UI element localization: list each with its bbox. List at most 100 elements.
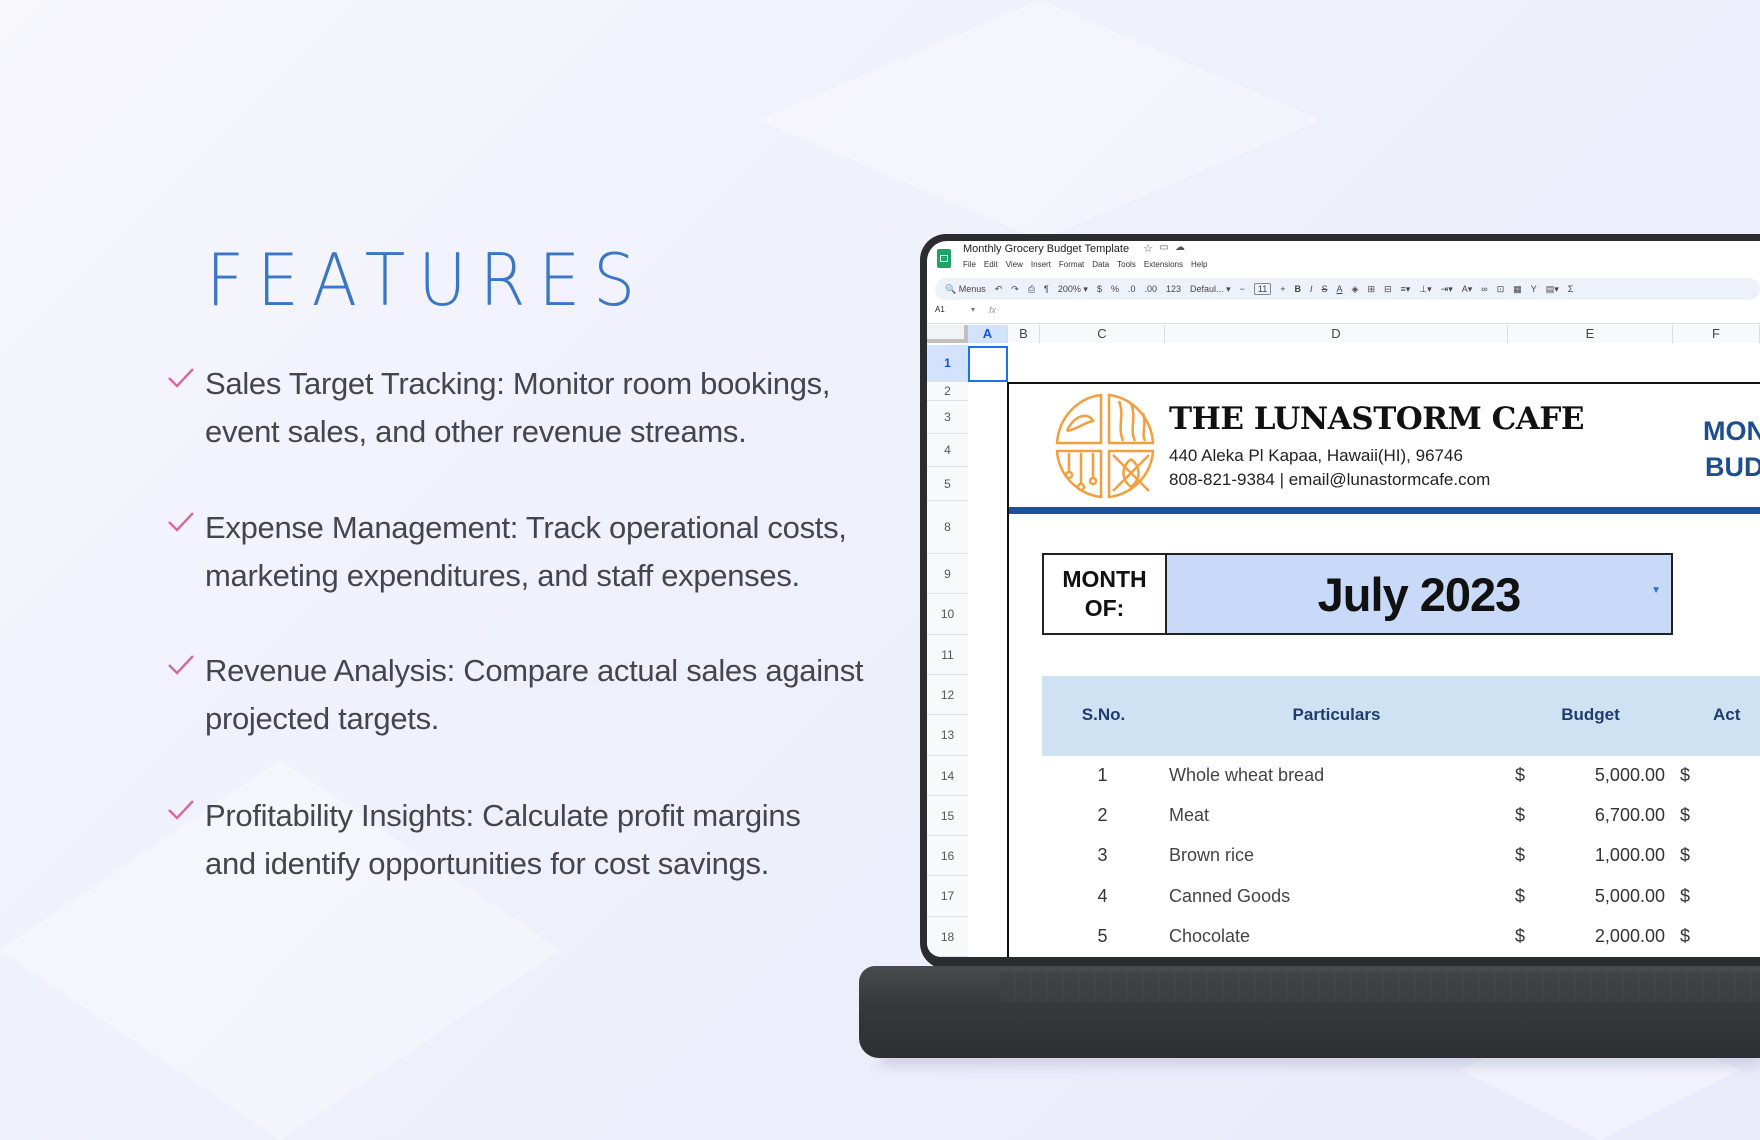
row-header-9[interactable]: 9: [927, 554, 968, 594]
cell-actual-currency: $: [1680, 886, 1691, 906]
menu-view[interactable]: View: [1006, 260, 1023, 269]
print-icon[interactable]: ⎙: [1028, 284, 1035, 295]
row-header-1[interactable]: 1: [927, 345, 968, 382]
row-header-2[interactable]: 2: [927, 382, 968, 401]
feature-text: Sales Target Tracking: Monitor room book…: [205, 360, 830, 456]
cell-actual-currency: $: [1680, 765, 1691, 785]
increase-decimal-button[interactable]: .00: [1144, 284, 1157, 294]
row-header-14[interactable]: 14: [927, 756, 968, 796]
row-header-12[interactable]: 12: [927, 675, 968, 715]
menu-edit[interactable]: Edit: [984, 260, 998, 269]
menu-format[interactable]: Format: [1059, 260, 1084, 269]
folder-icon[interactable]: ▭: [1159, 242, 1168, 253]
company-contact: 808-821-9384 | email@lunastormcafe.com: [1169, 470, 1491, 489]
row-header-3[interactable]: 3: [927, 401, 968, 434]
dropdown-arrow-icon[interactable]: ▼: [1651, 585, 1661, 596]
cell-budget: 6,700.00: [1594, 805, 1665, 825]
italic-icon[interactable]: I: [1310, 284, 1313, 294]
feature-item: Expense Management: Track operational co…: [166, 508, 886, 608]
row-header-8[interactable]: 8: [927, 501, 968, 554]
menu-help[interactable]: Help: [1191, 260, 1207, 269]
document-heading-line1: MON: [1703, 416, 1760, 446]
column-header-e[interactable]: E: [1508, 325, 1673, 343]
font-size-decrease-button[interactable]: −: [1240, 284, 1245, 294]
row-header-11[interactable]: 11: [927, 635, 968, 675]
feature-text: Expense Management: Track operational co…: [205, 504, 847, 600]
name-box[interactable]: A1: [935, 305, 945, 314]
cell-particulars: Chocolate: [1169, 926, 1251, 946]
row-header-5[interactable]: 5: [927, 467, 968, 501]
row-header-4[interactable]: 4: [927, 434, 968, 467]
cell-actual-currency: $: [1680, 805, 1691, 825]
align-icon[interactable]: ≡▾: [1401, 284, 1411, 295]
company-address: 440 Aleka Pl Kapaa, Hawaii(HI), 96746: [1169, 446, 1463, 465]
cell-sno: 1: [1097, 765, 1108, 785]
select-all-corner[interactable]: [927, 325, 968, 343]
font-select[interactable]: Defaul... ▾: [1190, 284, 1231, 295]
link-icon[interactable]: ∞: [1481, 284, 1487, 294]
paint-format-icon[interactable]: ¶: [1044, 284, 1049, 294]
menu-insert[interactable]: Insert: [1031, 260, 1051, 269]
text-color-icon[interactable]: A: [1337, 284, 1343, 294]
fill-color-icon[interactable]: ◈: [1352, 284, 1359, 295]
star-icon[interactable]: ☆: [1143, 242, 1153, 255]
cell-currency: $: [1515, 805, 1526, 825]
menu-file[interactable]: File: [963, 260, 976, 269]
percent-button[interactable]: %: [1111, 284, 1119, 294]
search-menus-button[interactable]: 🔍 Menus: [945, 284, 986, 295]
company-name: THE LUNASTORM CAFE: [1169, 401, 1585, 437]
document-title[interactable]: Monthly Grocery Budget Template: [963, 243, 1129, 255]
row-header-13[interactable]: 13: [927, 715, 968, 756]
redo-icon[interactable]: ↷: [1011, 284, 1019, 295]
borders-icon[interactable]: ⊞: [1367, 284, 1375, 295]
cell-actual-currency: $: [1680, 926, 1691, 946]
row-header-15[interactable]: 15: [927, 796, 968, 836]
cell-budget: 5,000.00: [1594, 886, 1665, 906]
feature-text: Revenue Analysis: Compare actual sales a…: [205, 647, 864, 743]
font-size-input[interactable]: 11: [1253, 283, 1272, 295]
column-header-f[interactable]: F: [1673, 325, 1760, 343]
column-header-d[interactable]: D: [1165, 325, 1508, 343]
bold-icon[interactable]: B: [1294, 284, 1301, 294]
functions-icon[interactable]: Σ: [1568, 284, 1574, 294]
font-size-increase-button[interactable]: +: [1280, 284, 1285, 294]
currency-button[interactable]: $: [1097, 284, 1102, 294]
background-shape: [760, 0, 1320, 240]
cell-currency: $: [1515, 845, 1526, 865]
month-value: July 2023: [1317, 567, 1522, 621]
decrease-decimal-button[interactable]: .0: [1128, 284, 1136, 294]
vertical-align-icon[interactable]: ⊥▾: [1419, 284, 1431, 295]
zoom-value: 200%: [1057, 283, 1081, 294]
column-header-a[interactable]: A: [968, 325, 1008, 343]
toolbar: 🔍 Menus ↶ ↷ ⎙ ¶ 200% ▾ $ % .0 .00 123 De…: [935, 278, 1760, 300]
chart-icon[interactable]: ▦: [1513, 284, 1522, 295]
row-header-18[interactable]: 18: [927, 917, 968, 957]
month-dropdown[interactable]: July 2023 ▼: [1167, 555, 1671, 633]
undo-icon[interactable]: ↶: [995, 284, 1003, 295]
column-header-c[interactable]: C: [1040, 325, 1165, 343]
column-header-b[interactable]: B: [1008, 325, 1040, 343]
menu-extensions[interactable]: Extensions: [1144, 260, 1183, 269]
name-box-dropdown-icon[interactable]: ▾: [971, 305, 975, 314]
row-header-17[interactable]: 17: [927, 876, 968, 917]
cell-currency: $: [1515, 886, 1526, 906]
month-label-line2: OF:: [1084, 595, 1125, 621]
text-rotate-icon[interactable]: A▾: [1462, 284, 1473, 295]
strikethrough-icon[interactable]: S: [1321, 284, 1327, 294]
selected-cell-a1[interactable]: [968, 346, 1008, 382]
merge-cells-icon[interactable]: ⊟: [1384, 284, 1392, 295]
menu-tools[interactable]: Tools: [1117, 260, 1136, 269]
filter-icon[interactable]: Y: [1531, 284, 1537, 294]
text-wrap-icon[interactable]: ⇥▾: [1441, 284, 1453, 295]
month-label: MONTH OF:: [1044, 555, 1167, 633]
feature-line: Expense Management: Track operational co…: [205, 510, 847, 545]
filter-views-icon[interactable]: ▤▾: [1546, 284, 1559, 295]
row-header-16[interactable]: 16: [927, 836, 968, 876]
cell-currency: $: [1515, 926, 1526, 946]
menu-data[interactable]: Data: [1092, 260, 1109, 269]
comment-icon[interactable]: ⊡: [1497, 284, 1505, 295]
row-header-10[interactable]: 10: [927, 594, 968, 635]
more-formats-button[interactable]: 123: [1166, 284, 1181, 294]
zoom-select[interactable]: 200% ▾: [1058, 284, 1088, 295]
cloud-icon[interactable]: ☁: [1175, 242, 1185, 253]
